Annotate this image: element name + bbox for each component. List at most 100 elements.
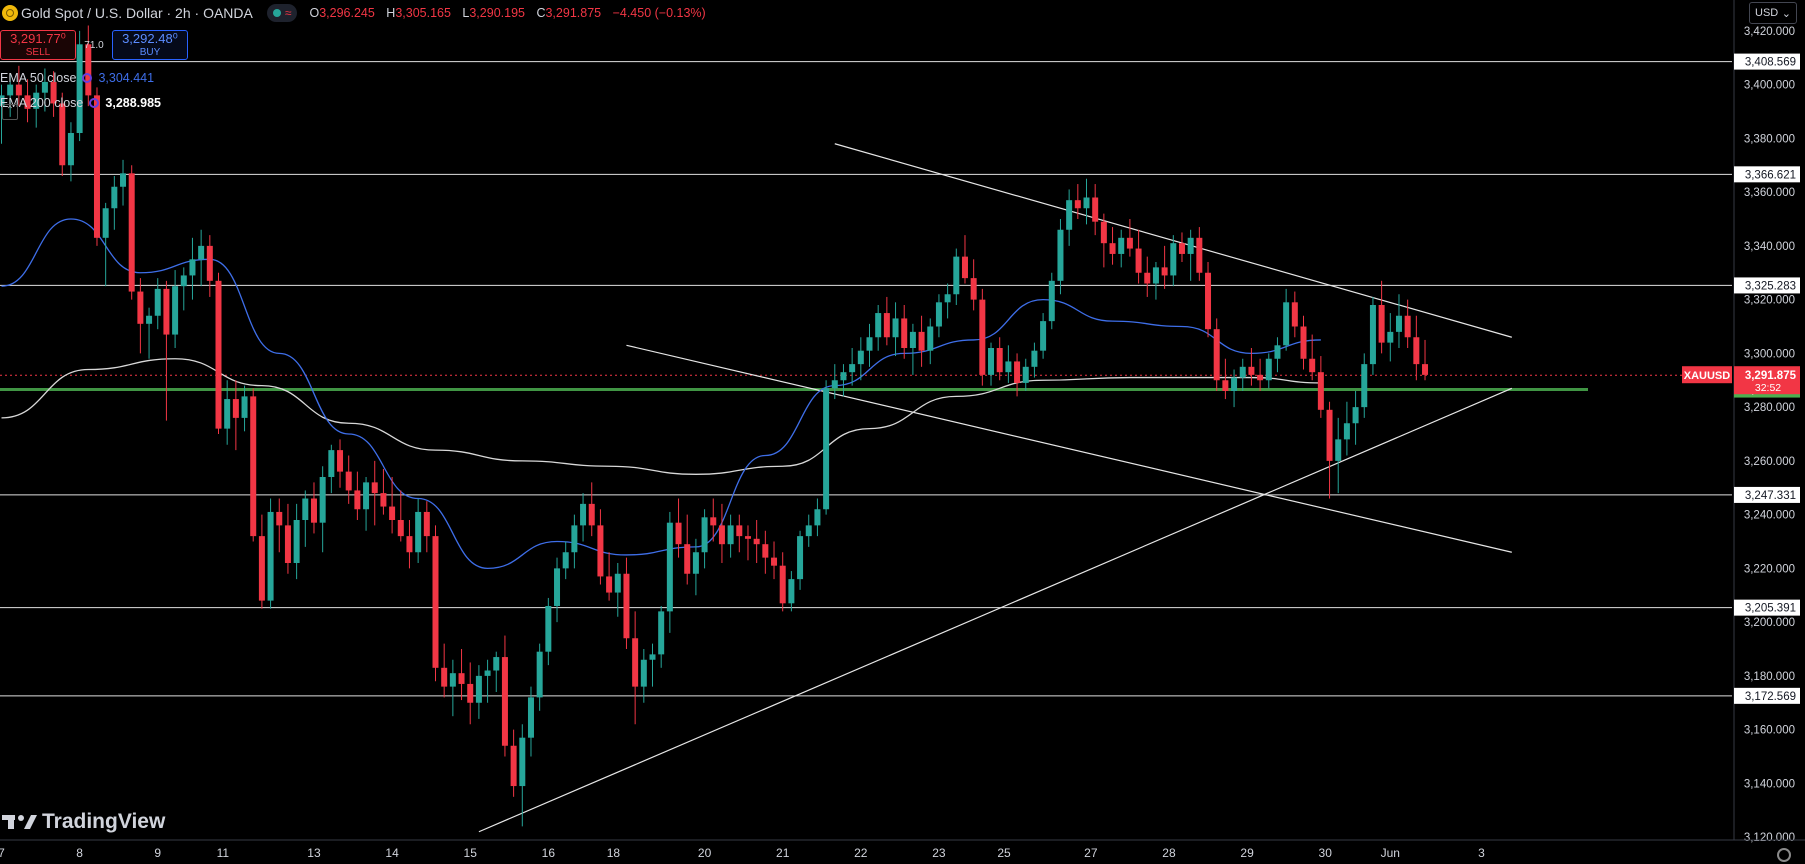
candle (1361, 353, 1368, 418)
candle (250, 388, 257, 542)
candle-body (1404, 315, 1411, 338)
price-chart[interactable]: 3,120.000 3,140.000 3,160.000 3,180.000 3,20… (0, 0, 1805, 864)
candle-body (1248, 366, 1255, 375)
candle-body (1031, 350, 1038, 367)
candle-body (658, 611, 665, 655)
candle (1048, 272, 1055, 330)
candle (241, 385, 248, 432)
candle-body (180, 275, 187, 287)
candle (1335, 417, 1342, 494)
candle-body (554, 568, 561, 606)
candle-body (423, 511, 430, 537)
candle-body (953, 256, 960, 295)
candle (215, 272, 222, 434)
sr-price-label: 3,325.283 (1745, 280, 1796, 292)
candle-body (172, 286, 179, 335)
candle (744, 525, 751, 561)
candle (1161, 245, 1168, 289)
candle-body (1317, 372, 1324, 410)
tradingview-logo[interactable]: TradingView (2, 810, 165, 834)
candle-body (1109, 243, 1116, 254)
time-tick-label: Jun (1381, 846, 1400, 860)
candle-body (1231, 377, 1238, 391)
candle-body (102, 208, 109, 238)
candle-body (1178, 243, 1185, 254)
time-tick-label: 18 (607, 846, 621, 860)
candle (371, 460, 378, 526)
price-tick-label: 3,360.000 (1744, 187, 1795, 199)
sell-button[interactable]: 3,291.77⁰ SELL (0, 30, 76, 60)
time-tick-label: 27 (1084, 846, 1098, 860)
ema200-line (1, 358, 1321, 475)
collapse-legend-icon[interactable]: ⌃ (2, 104, 18, 120)
candle-body (1100, 221, 1107, 244)
candle (258, 514, 265, 609)
buy-button[interactable]: 3,292.48⁰ BUY (112, 30, 188, 60)
candle (918, 315, 925, 367)
candle (1126, 219, 1133, 257)
candle (1422, 339, 1429, 381)
currency-selector[interactable]: USD ⌄ (1749, 2, 1797, 24)
candle (1005, 345, 1012, 383)
candle (935, 294, 942, 338)
candle-body (623, 573, 630, 639)
sr-price-label: 3,172.569 (1745, 691, 1796, 703)
price-tick-label: 3,280.000 (1744, 402, 1795, 414)
ema200-value: 3,288.985 (105, 96, 161, 110)
candle-body (215, 280, 222, 429)
candle (415, 498, 422, 563)
candle-body (354, 490, 361, 510)
candle (970, 259, 977, 311)
indicator-settings-icon[interactable] (82, 73, 93, 83)
candle-body (1265, 358, 1272, 381)
candle (588, 482, 595, 537)
candle-body (1014, 361, 1021, 383)
candle-body (840, 372, 847, 381)
candle (1092, 184, 1099, 236)
candle-body (1005, 361, 1012, 373)
symbol-title[interactable]: Gold Spot / U.S. Dollar · 2h · OANDA (21, 5, 253, 21)
market-status-pill[interactable]: ≈ (266, 4, 298, 22)
candle (354, 471, 361, 520)
candle-body (111, 186, 118, 209)
candle (658, 606, 665, 668)
candle (580, 493, 587, 542)
candle (805, 514, 812, 547)
candle (345, 455, 352, 504)
ema50-legend[interactable]: EMA 50 close 3,304.441 (0, 71, 154, 85)
price-tick-label: 3,340.000 (1744, 241, 1795, 253)
candle (1300, 315, 1307, 370)
candle-body (1022, 366, 1029, 383)
plot-area (0, 25, 1732, 833)
candle (1274, 337, 1281, 373)
candle (120, 159, 127, 206)
candle-body (927, 326, 934, 351)
time-tick-label: 7 (0, 846, 5, 860)
candle-body (571, 525, 578, 553)
candle-body (310, 498, 317, 523)
buy-price: 3,292.48⁰ (122, 31, 178, 46)
indicator-settings-icon[interactable] (89, 98, 100, 108)
candle (363, 477, 370, 531)
candle-body (883, 313, 890, 338)
candle (1083, 178, 1090, 225)
candle-body (797, 536, 804, 580)
candle (1144, 256, 1151, 297)
time-tick-label: 23 (932, 846, 946, 860)
price-tick-label: 3,160.000 (1744, 725, 1795, 737)
candle (1239, 358, 1246, 391)
candle (1066, 189, 1073, 246)
wave-icon: ≈ (284, 6, 292, 20)
candle-body (1152, 267, 1159, 284)
candle (736, 514, 743, 553)
gear-icon[interactable] (1777, 848, 1791, 862)
price-tick-label: 3,220.000 (1744, 563, 1795, 575)
ema200-legend[interactable]: EMA 200 close 3,288.985 (0, 96, 161, 110)
candle (901, 305, 908, 359)
candle-body (1300, 326, 1307, 359)
brand-name: TradingView (42, 810, 166, 833)
price-tick-label: 3,320.000 (1744, 295, 1795, 307)
candle-body (501, 657, 508, 746)
candle (527, 686, 534, 757)
currency-label: USD (1755, 7, 1779, 19)
